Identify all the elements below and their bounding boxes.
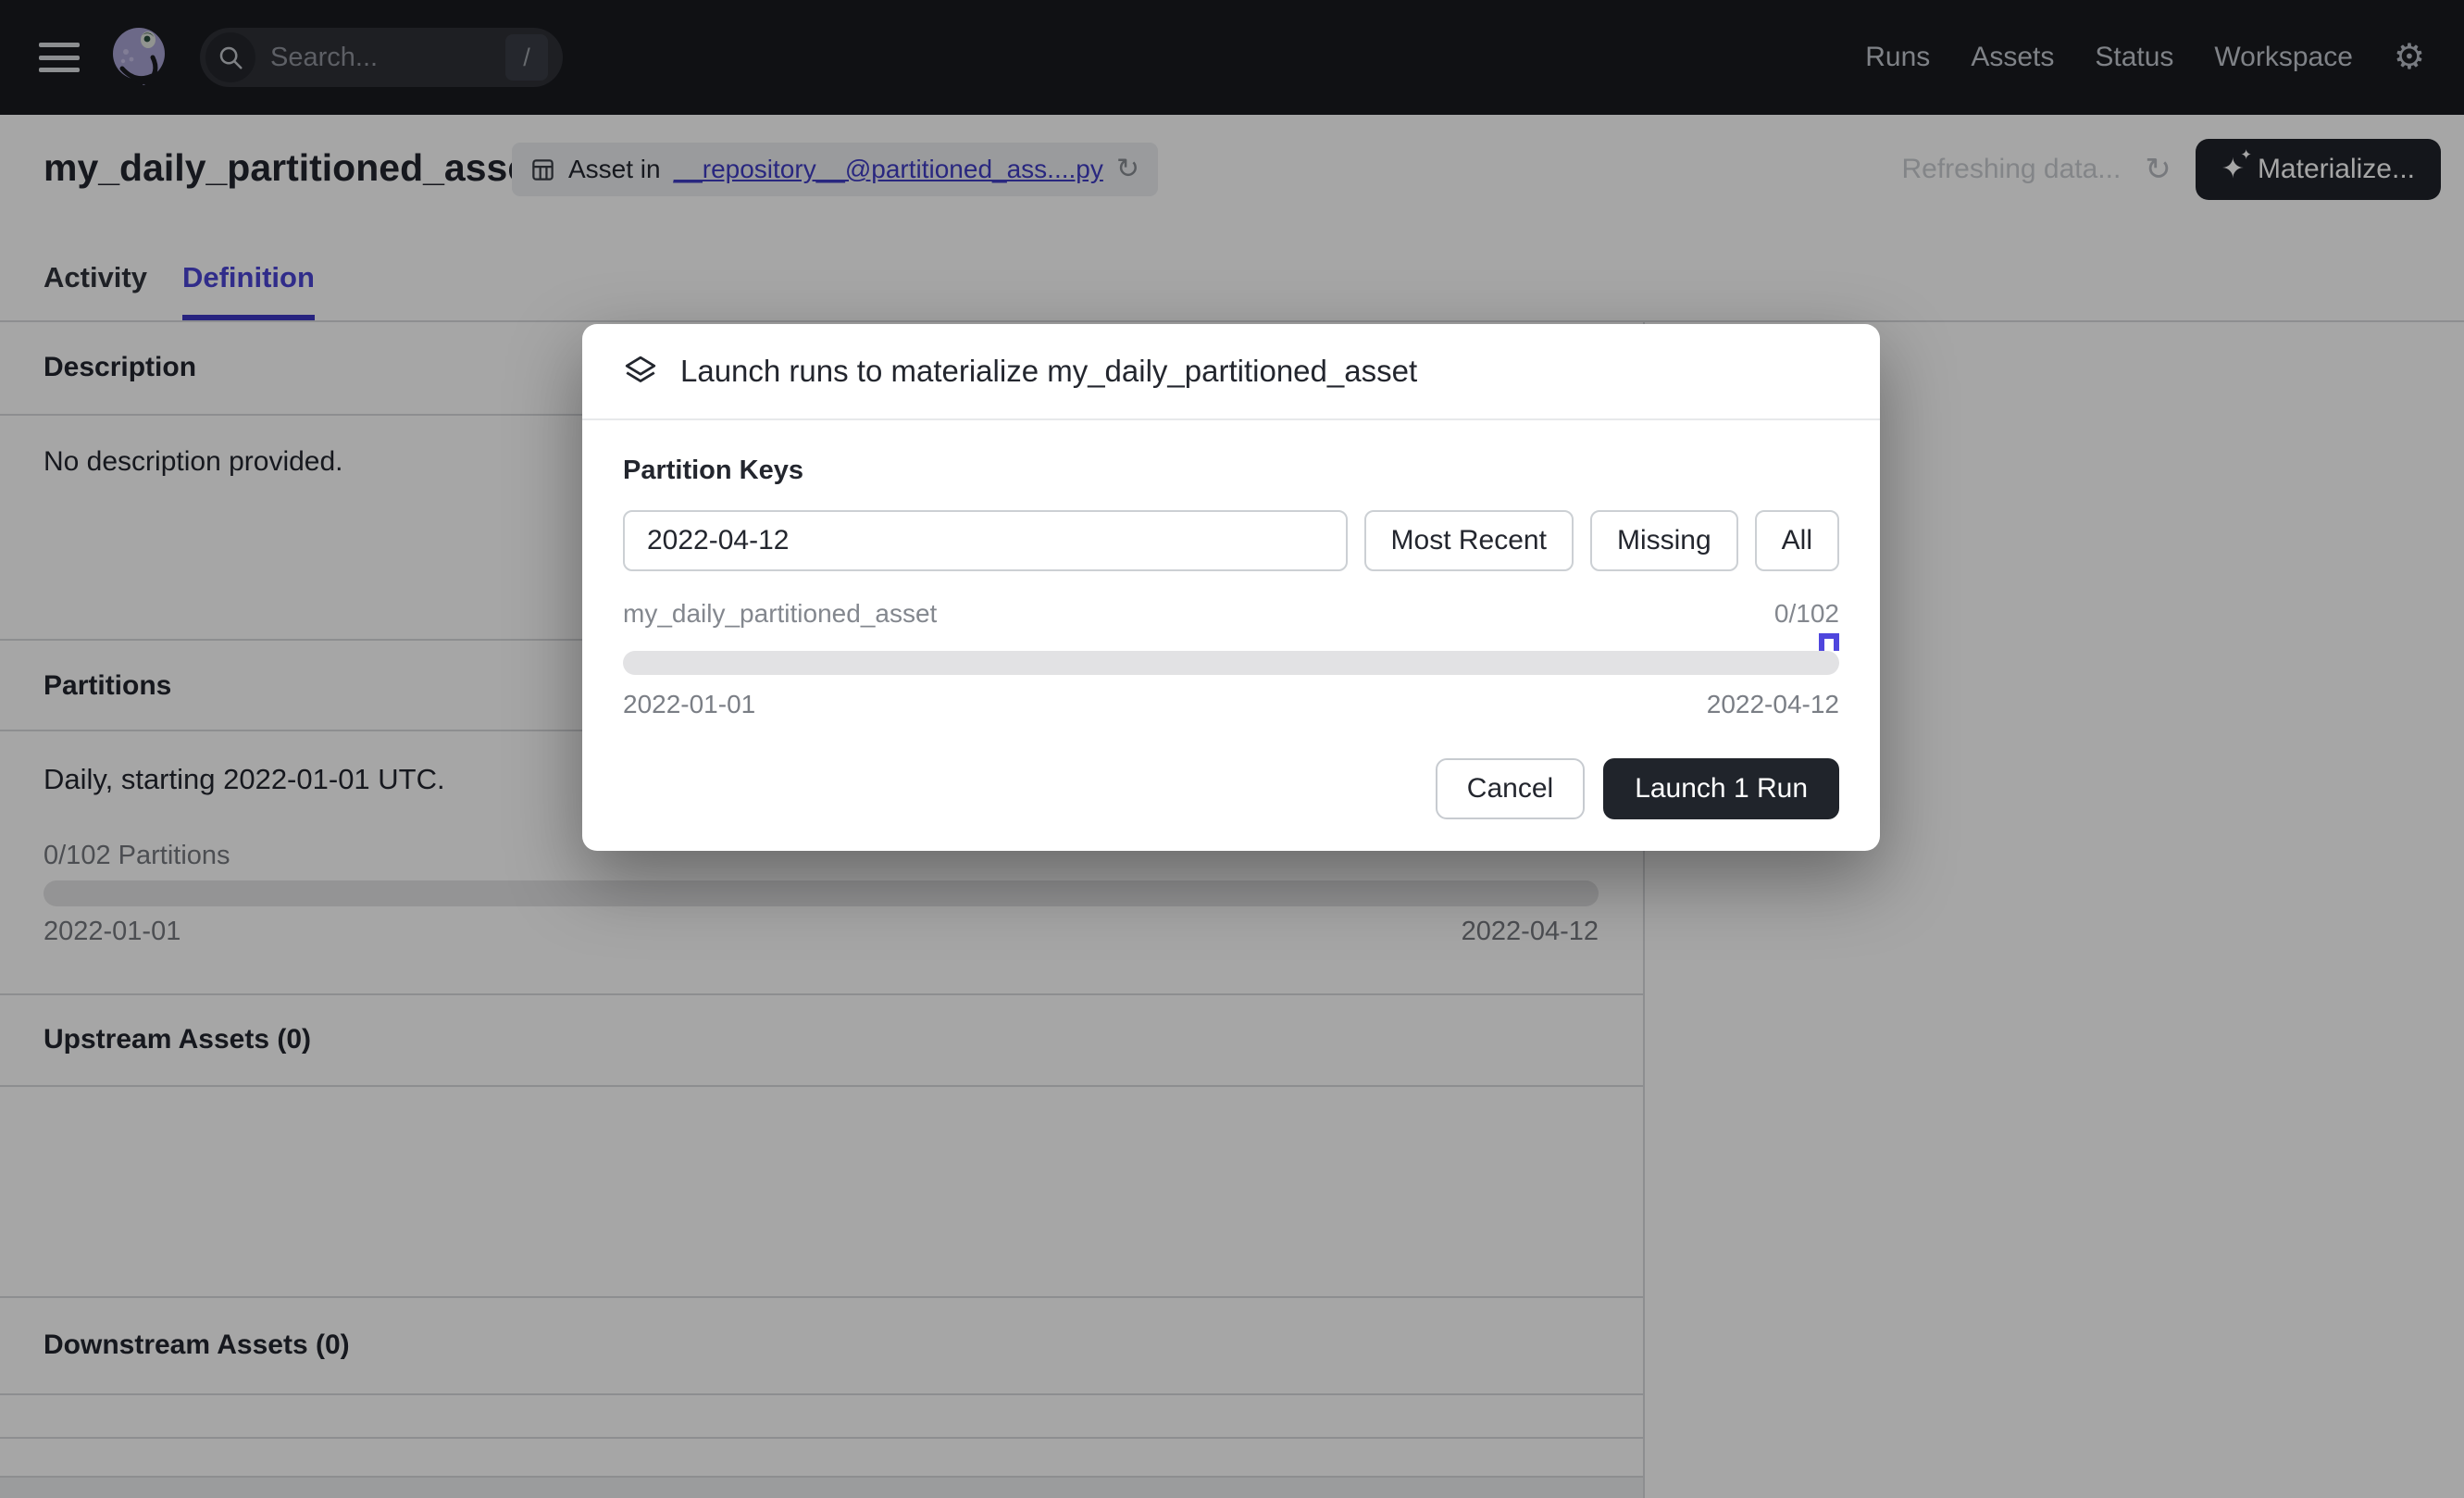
all-button[interactable]: All [1755, 510, 1839, 571]
launch-run-button[interactable]: Launch 1 Run [1603, 758, 1839, 819]
missing-button[interactable]: Missing [1590, 510, 1738, 571]
modal-header: Launch runs to materialize my_daily_part… [582, 324, 1880, 420]
range-end: 2022-04-12 [1707, 690, 1839, 719]
marker-row [623, 629, 1839, 651]
asset-layers-icon [623, 355, 658, 388]
partition-count: 0/102 [1774, 599, 1839, 629]
range-start: 2022-01-01 [623, 690, 755, 719]
selected-partition-marker [1819, 633, 1839, 651]
partition-keys-label: Partition Keys [623, 456, 1839, 486]
most-recent-button[interactable]: Most Recent [1364, 510, 1574, 571]
partition-selection-bar[interactable] [623, 651, 1839, 675]
partition-date-range: 2022-01-01 2022-04-12 [623, 690, 1839, 719]
modal-body: Partition Keys Most Recent Missing All m… [582, 456, 1880, 819]
modal-footer: Cancel Launch 1 Run [623, 758, 1839, 819]
partition-key-input[interactable] [623, 510, 1348, 571]
cancel-button[interactable]: Cancel [1436, 758, 1585, 819]
partition-meta-row: my_daily_partitioned_asset 0/102 [623, 599, 1839, 629]
modal-title: Launch runs to materialize my_daily_part… [680, 354, 1417, 389]
dagster-asset-page: / Runs Assets Status Workspace ⚙ my_dail… [0, 0, 2464, 1498]
partition-key-controls: Most Recent Missing All [623, 510, 1839, 571]
launch-runs-modal: Launch runs to materialize my_daily_part… [582, 324, 1880, 851]
modal-asset-name: my_daily_partitioned_asset [623, 599, 937, 629]
